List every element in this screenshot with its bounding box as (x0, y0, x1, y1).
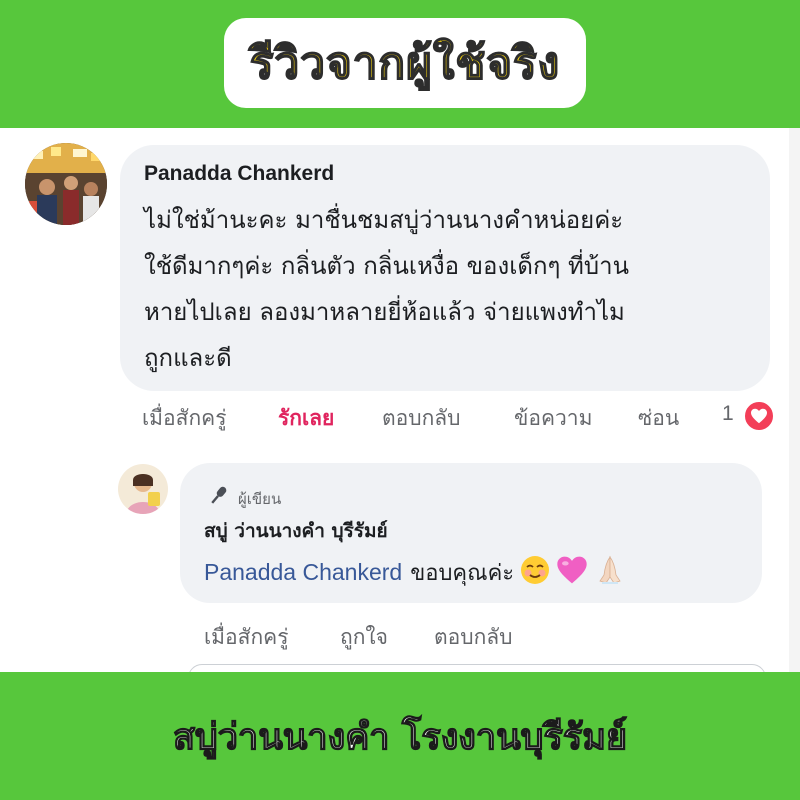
footer-title: สบู่ว่านนางคำ โรงงานบุรีรัมย์ (172, 716, 628, 758)
microphone-icon (206, 485, 230, 512)
comment-line: ใช้ดีมากๆค่ะ กลิ่นตัว กลิ่นเหงื่อ ของเด็… (144, 252, 629, 280)
reply-bubble: ผู้เขียน สบู่ ว่านนางคำ บุรีรัมย์ Panadd… (180, 463, 762, 603)
comment-author[interactable]: Panadda Chankerd (144, 162, 334, 186)
comment-actions: เมื่อสักครู่ รักเลย ตอบกลับ ข้อความ ซ่อน… (142, 400, 782, 438)
title-pill: รีวิวจากผู้ใช้จริง (224, 18, 586, 108)
love-button[interactable]: รักเลย (278, 402, 334, 435)
comment-text: ไม่ใช่ม้านะคะ มาชื่นชมสบู่ว่านนางคำหน่อย… (144, 197, 756, 381)
next-comment-bubble (188, 664, 766, 672)
banner-title: รีวิวจากผู้ใช้จริง (249, 37, 561, 90)
bottom-banner: สบู่ว่านนางคำ โรงงานบุรีรัมย์ (0, 672, 800, 800)
top-banner: รีวิวจากผู้ใช้จริง (0, 0, 800, 128)
comment-bubble: Panadda Chankerd ไม่ใช่ม้านะคะ มาชื่นชมส… (120, 145, 770, 391)
reply-timestamp[interactable]: เมื่อสักครู่ (204, 621, 289, 654)
smiling-face-icon (520, 555, 550, 590)
commenter-avatar[interactable] (25, 143, 107, 225)
mention-link[interactable]: Panadda Chankerd (204, 559, 402, 586)
reply-actions: เมื่อสักครู่ ถูกใจ ตอบกลับ (204, 621, 604, 655)
author-badge: ผู้เขียน (206, 485, 281, 512)
comment-timestamp[interactable]: เมื่อสักครู่ (142, 402, 227, 435)
page-avatar[interactable] (118, 464, 168, 514)
like-button[interactable]: ถูกใจ (340, 621, 388, 654)
reply-reply-button[interactable]: ตอบกลับ (434, 621, 513, 654)
comment-screenshot: Panadda Chankerd ไม่ใช่ม้านะคะ มาชื่นชมส… (0, 128, 800, 672)
hide-button[interactable]: ซ่อน (638, 402, 679, 435)
comment-line: ถูกและดี (144, 344, 232, 372)
comment-line: หายไปเลย ลองมาหลายยี่ห้อแล้ว จ่ายแพงทำไม (144, 298, 625, 326)
author-badge-label: ผู้เขียน (238, 489, 282, 508)
reply-button[interactable]: ตอบกลับ (382, 402, 461, 435)
folded-hands-icon (594, 555, 626, 590)
reply-text-line: Panadda Chankerd ขอบคุณค่ะ (204, 555, 626, 590)
pink-heart-icon (556, 555, 588, 590)
message-button[interactable]: ข้อความ (514, 402, 592, 435)
reply-text: ขอบคุณค่ะ (410, 561, 515, 586)
heart-icon[interactable] (743, 400, 775, 432)
reply-page-name[interactable]: สบู่ ว่านนางคำ บุรีรัมย์ (204, 516, 388, 546)
reaction-count[interactable]: 1 (722, 402, 734, 426)
comment-line: ไม่ใช่ม้านะคะ มาชื่นชมสบู่ว่านนางคำหน่อย… (144, 206, 624, 234)
scrollbar[interactable] (789, 128, 800, 672)
